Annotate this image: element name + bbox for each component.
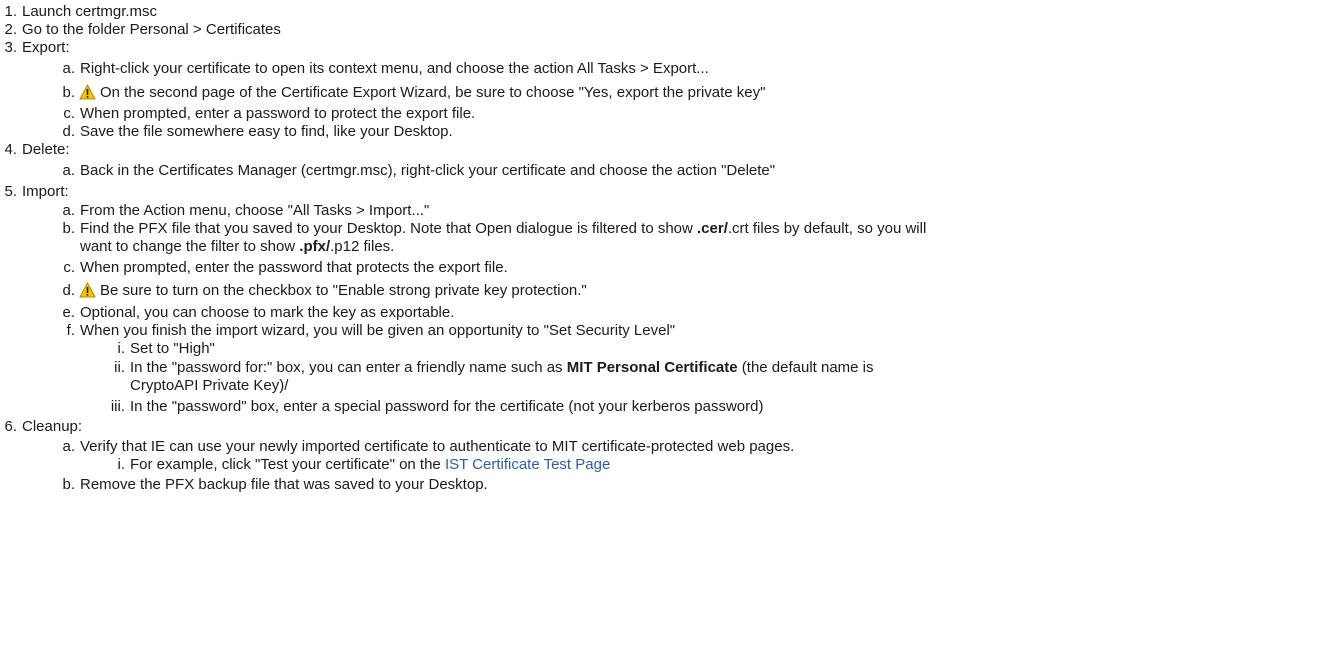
list-text: When prompted, enter the password that p… (80, 259, 508, 276)
bold-text: MIT Personal Certificate (566, 359, 738, 376)
list-item: 6. Cleanup: (0, 418, 82, 436)
list-item: b. On the second page of the Certificate … (0, 83, 766, 105)
list-text: Be sure to turn on the checkbox to "Enab… (100, 282, 587, 299)
list-number: b. (62, 84, 75, 101)
list-item: d. Be sure to turn on the checkbox to "En… (0, 281, 587, 303)
list-number: e. (62, 304, 75, 321)
list-item: c. When prompted, enter the password that… (0, 259, 508, 277)
list-text: When prompted, enter a password to prote… (80, 105, 476, 122)
text-segment: (the default name is (737, 359, 874, 376)
list-item: e. Optional, you can choose to mark the k… (0, 304, 454, 322)
warning-icon (79, 281, 96, 303)
list-number: 4. (4, 141, 17, 158)
list-text: Export: (22, 39, 70, 56)
list-item: d. Save the file somewhere easy to find, … (0, 123, 453, 141)
list-text: Right-click your certificate to open its… (80, 60, 709, 77)
list-text: Launch certmgr.msc (22, 3, 158, 20)
list-text: Cleanup: (22, 418, 83, 435)
list-item: i. Set to "High" (0, 340, 215, 358)
list-item: a. Right-click your certificate to open i… (0, 60, 709, 78)
bold-text: .cer/ (697, 220, 728, 237)
list-item: a. Verify that IE can use your newly impo… (0, 438, 794, 456)
warning-icon (79, 83, 96, 105)
list-number: b. (62, 220, 75, 237)
list-item: a. From the Action menu, choose "All Task… (0, 202, 429, 220)
text-segment: .p12 files. (330, 238, 395, 255)
list-text: Remove the PFX backup file that was save… (80, 476, 488, 493)
list-number: c. (63, 105, 75, 122)
ist-certificate-test-page-link[interactable]: IST Certificate Test Page (445, 456, 610, 473)
list-text: On the second page of the Certificate Ex… (100, 84, 766, 101)
list-number: b. (62, 476, 75, 493)
list-item-continuation: want to change the filter to show .pfx/.… (80, 238, 394, 256)
list-number: ii. (114, 359, 125, 376)
text-segment: .crt files by default, so you will (727, 220, 927, 237)
list-text: In the "password for:" box, you can ente… (125, 359, 874, 377)
list-text: Save the file somewhere easy to find, li… (80, 123, 453, 140)
list-text: For example, click "Test your certificat… (125, 456, 610, 474)
list-number: d. (62, 123, 75, 140)
list-number: a. (62, 60, 75, 77)
list-number: i. (117, 456, 126, 473)
list-number: a. (62, 438, 75, 455)
list-item-continuation: CryptoAPI Private Key)/ (130, 377, 288, 395)
list-number: 2. (4, 21, 17, 38)
list-item: b. Remove the PFX backup file that was sa… (0, 476, 488, 494)
list-number: d. (62, 282, 75, 299)
list-item: b. Find the PFX file that you saved to yo… (0, 220, 926, 238)
text-segment: For example, click "Test your certificat… (130, 456, 445, 473)
list-item: c. When prompted, enter a password to pro… (0, 105, 475, 123)
list-item: iii. In the "password" box, enter a speci… (0, 398, 764, 416)
list-number: a. (62, 162, 75, 179)
list-text: In the "password" box, enter a special p… (130, 398, 764, 415)
text-segment: Find the PFX file that you saved to your… (80, 220, 698, 237)
list-number: 5. (4, 183, 17, 200)
list-item: 2. Go to the folder Personal > Certificat… (0, 21, 281, 39)
list-number: iii. (110, 398, 125, 415)
list-item: i. For example, click "Test your certific… (0, 456, 611, 474)
list-text: When you finish the import wizard, you w… (80, 322, 676, 339)
bold-text: .pfx/ (299, 238, 331, 255)
list-text: Optional, you can choose to mark the key… (80, 304, 455, 321)
list-text: Import: (22, 183, 69, 200)
list-number: 3. (4, 39, 17, 56)
list-text: Set to "High" (130, 340, 215, 357)
list-number: 6. (4, 418, 17, 435)
list-item: 3. Export: (0, 39, 70, 57)
text-segment: CryptoAPI Private Key)/ (130, 377, 289, 394)
list-number: a. (62, 202, 75, 219)
list-text: Delete: (22, 141, 70, 158)
list-item: f. When you finish the import wizard, you… (0, 322, 675, 340)
list-item: 4. Delete: (0, 141, 70, 159)
list-item: a. Back in the Certificates Manager (cert… (0, 162, 775, 180)
list-number: i. (117, 340, 126, 357)
list-text: Find the PFX file that you saved to your… (75, 220, 926, 238)
list-text: Go to the folder Personal > Certificates (22, 21, 281, 38)
text-segment: want to change the filter to show (80, 238, 300, 255)
text-segment: In the "password for:" box, you can ente… (130, 359, 567, 376)
list-item: 5. Import: (0, 183, 69, 201)
list-number: c. (63, 259, 75, 276)
list-text: Back in the Certificates Manager (certmg… (80, 162, 776, 179)
list-number: f. (66, 322, 75, 339)
list-item: 1. Launch certmgr.msc (0, 3, 157, 21)
list-text: From the Action menu, choose "All Tasks … (80, 202, 430, 219)
list-number: 1. (4, 3, 17, 20)
list-text: Verify that IE can use your newly import… (80, 438, 795, 455)
list-item: ii. In the "password for:" box, you can e… (0, 359, 874, 377)
